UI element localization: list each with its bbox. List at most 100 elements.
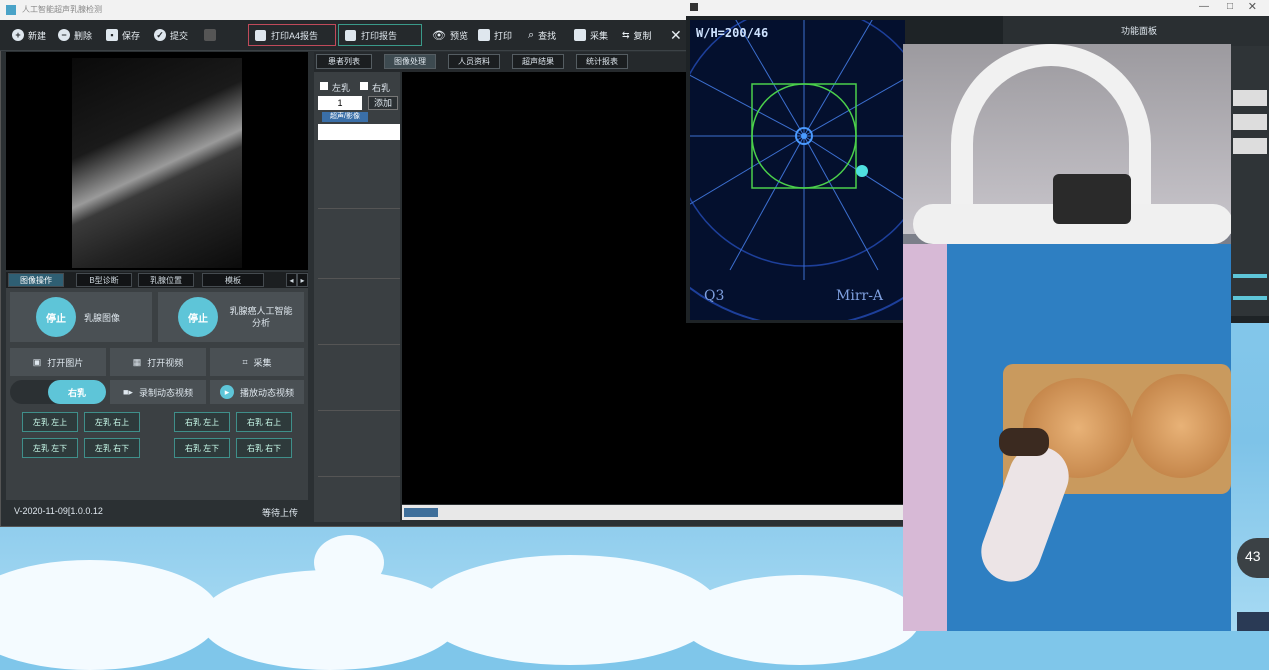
check-icon: ✓ [154,29,166,41]
app-icon [6,5,16,15]
play-video-button[interactable]: ▸ 播放动态视频 [210,380,304,404]
preview-button[interactable]: 👁 预览 [432,26,468,44]
tab-statistics[interactable]: 统计报表 [576,54,628,69]
close-button[interactable]: ✕ [670,26,682,44]
function-panel-header: 功能面板 [1003,16,1269,46]
collect-icon [574,29,586,41]
thumbnail-list: 左乳 右乳 1 添加 超声/影像 [314,72,400,522]
divider [318,410,400,411]
print-report-button[interactable]: 打印报告 [338,24,422,46]
wh-readout: W/H=200/46 [696,26,769,40]
capture-button[interactable]: ⌗ 采集 [210,348,304,376]
add-button[interactable]: 添加 [368,96,398,110]
horizontal-scrollbar[interactable] [402,505,904,520]
left-checkbox[interactable] [320,82,328,90]
print-button[interactable]: 打印 [478,26,512,44]
clock-decor-icon [314,535,384,590]
copy-button[interactable]: ⇆ 复制 [622,26,652,44]
tab-b-mode[interactable]: B型诊断 [76,273,132,287]
tab-personnel[interactable]: 人员资料 [448,54,500,69]
ultrasound-viewer[interactable] [6,52,308,270]
tab-image-processing[interactable]: 图像处理 [384,54,436,69]
right-check-label: 右乳 [372,83,391,93]
right-lower-right-button[interactable]: 右乳 右下 [236,438,292,458]
submit-label: 提交 [170,30,189,41]
freeze-image-button[interactable]: 停止 乳腺图像 [10,292,152,342]
stop-circle: 停止 [36,297,76,337]
taskbar-corner[interactable] [1237,612,1269,631]
copy-icon: ⇆ [622,29,630,40]
scroll-left-button[interactable]: ◂ [286,273,297,287]
ai-analysis-button[interactable]: 停止 乳腺癌人工智能分析 [158,292,304,342]
save-label: 保存 [122,30,141,41]
collect-button[interactable]: 采集 [574,26,608,44]
print-a4-label: 打印A4报告 [271,30,319,41]
right-checkbox[interactable] [360,82,368,90]
stop-circle: 停止 [178,297,218,337]
slider[interactable] [1233,274,1267,278]
tab-image-ops[interactable]: 图像操作 [8,273,64,287]
camera-feed [903,44,1231,631]
copy-label: 复制 [633,30,652,41]
version-text: V-2020-11-09[1.0.0.12 [14,506,103,516]
left-lower-left-button[interactable]: 左乳 左下 [22,438,78,458]
slider[interactable] [1233,296,1267,300]
capture-label: 采集 [253,357,272,368]
left-upper-right-button[interactable]: 左乳 右上 [84,412,140,432]
open-video-button[interactable]: ▦ 打开视频 [110,348,206,376]
close-icon: ✕ [670,26,682,43]
new-button[interactable]: + 新建 [12,26,46,44]
divider [318,344,400,345]
overlay-titlebar: — □ ✕ [686,0,1269,16]
crop-icon: ⌗ [242,356,248,367]
print-label: 打印 [494,30,513,41]
left-lower-right-button[interactable]: 左乳 右下 [84,438,140,458]
scroll-thumb[interactable] [404,508,438,517]
close-icon[interactable]: ✕ [1248,0,1257,13]
delete-button[interactable]: − 删除 [58,26,92,44]
save-button[interactable]: ▪ 保存 [106,26,140,44]
right-upper-right-button[interactable]: 右乳 右上 [236,412,292,432]
save-icon: ▪ [106,29,118,41]
freeze-label: 乳腺图像 [84,312,121,323]
collect-label: 采集 [590,30,609,41]
tab-template[interactable]: 模板 [202,273,264,287]
tab-position[interactable]: 乳腺位置 [138,273,194,287]
side-toggle-knob: 右乳 [48,380,106,404]
left-breast-grid: 左乳 左上 左乳 右上 左乳 左下 左乳 右下 [22,412,144,462]
select-field[interactable] [1233,90,1267,106]
tab-ultrasound-result[interactable]: 超声结果 [512,54,564,69]
list-item[interactable] [318,124,400,140]
record-video-button[interactable]: ■▸ 录制动态视频 [110,380,206,404]
submit-button[interactable]: ✓ 提交 [154,26,188,44]
right-lower-left-button[interactable]: 右乳 左下 [174,438,230,458]
search-button[interactable]: ⌕ 查找 [528,26,556,44]
camera-icon: ■▸ [123,386,133,397]
select-field[interactable] [1233,114,1267,130]
select-field[interactable] [1233,138,1267,154]
taskbar-clock: 43 [1237,538,1269,578]
print-a4-button[interactable]: 打印A4报告 [248,24,336,46]
function-panel-title: 功能面板 [1121,26,1158,36]
left-upper-left-button[interactable]: 左乳 左上 [22,412,78,432]
radar-svg [690,20,905,320]
right-upper-left-button[interactable]: 右乳 左上 [174,412,230,432]
blank-button[interactable] [204,26,216,44]
count-spinner[interactable]: 1 [318,96,362,110]
minus-icon: − [58,29,70,41]
cloud [680,575,920,665]
play-icon: ▸ [219,385,234,399]
scroll-right-button[interactable]: ▸ [297,273,308,287]
radar-display[interactable]: W/H=200/46 Q3 Mirr-A [690,20,905,320]
divider [318,278,400,279]
side-toggle[interactable]: 右乳 [10,380,106,404]
new-label: 新建 [28,30,47,41]
minimize-icon[interactable]: — [1199,1,1209,12]
image-icon: ▣ [32,356,42,367]
maximize-icon[interactable]: □ [1227,1,1233,12]
open-image-button[interactable]: ▣ 打开图片 [10,348,106,376]
side-controls [1231,46,1269,316]
sub-tag: 超声/影像 [322,112,368,122]
control-panel: 停止 乳腺图像 停止 乳腺癌人工智能分析 ▣ 打开图片 ▦ 打开视频 ⌗ 采集 右乳 … [6,288,308,500]
tab-patient-list[interactable]: 患者列表 [316,54,372,69]
